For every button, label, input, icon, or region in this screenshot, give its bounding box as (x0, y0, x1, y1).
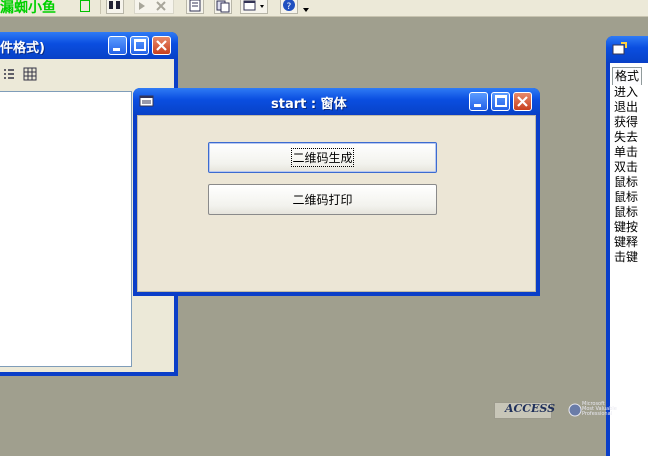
toolbar-green-icon (80, 0, 90, 12)
close-icon (156, 40, 167, 51)
property-sheet-client: 格式 进入 退出 获得 失去 单击 双击 鼠标 鼠标 鼠标 键按 键释 击键 (610, 63, 648, 456)
event-item[interactable]: 退出 (614, 100, 638, 115)
code-icon[interactable] (214, 0, 232, 14)
binoculars-icon[interactable] (106, 0, 124, 14)
form-icon (139, 95, 154, 107)
field-list-box[interactable] (0, 91, 132, 367)
event-item[interactable]: 单击 (614, 145, 638, 160)
start-form-titlebar[interactable]: start : 窗体 (133, 88, 540, 114)
event-item[interactable]: 鼠标 (614, 205, 638, 220)
app-title: 漏蜘小鱼 (0, 0, 56, 16)
overflow-icon[interactable] (300, 0, 312, 16)
event-item[interactable]: 进入 (614, 85, 638, 100)
start-form-client: 二维码生成 二维码打印 (137, 115, 536, 292)
event-item[interactable]: 键按 (614, 220, 638, 235)
start-form-window[interactable]: start : 窗体 二维码生成 二维码打印 (133, 88, 540, 296)
maximize-button[interactable] (130, 36, 149, 55)
tab-format[interactable]: 格式 (612, 67, 643, 85)
toolbar: 漏蜘小鱼 ? (0, 0, 648, 17)
close-icon (517, 96, 528, 107)
event-item[interactable]: 失去 (614, 130, 638, 145)
mvp-badge-icon (568, 403, 582, 417)
left-window-title: 件格式) (0, 41, 45, 56)
qrcode-print-button[interactable]: 二维码打印 (208, 184, 437, 215)
close-button[interactable] (513, 92, 532, 111)
minimize-button[interactable] (469, 92, 488, 111)
mvp-logo: Microsoft Most Valuable Professional (568, 402, 636, 419)
qrcode-print-label: 二维码打印 (292, 193, 353, 207)
event-list: 进入 退出 获得 失去 单击 双击 鼠标 鼠标 鼠标 键按 键释 击键 (614, 85, 638, 265)
event-item[interactable]: 键释 (614, 235, 638, 250)
svg-text:?: ? (287, 2, 292, 12)
minimize-icon (113, 48, 120, 51)
property-sheet-window[interactable]: 格式 进入 退出 获得 失去 单击 双击 鼠标 鼠标 鼠标 键按 键释 击键 (606, 36, 648, 456)
event-item[interactable]: 获得 (614, 115, 638, 130)
properties-icon[interactable] (186, 0, 204, 14)
event-item[interactable]: 鼠标 (614, 190, 638, 205)
run-icon[interactable] (134, 0, 174, 14)
qrcode-generate-label: 二维码生成 (291, 148, 354, 167)
left-window-titlebar[interactable]: 件格式) (0, 32, 178, 58)
minimize-button[interactable] (108, 36, 127, 55)
property-tabs: 格式 (612, 67, 648, 85)
event-item[interactable]: 双击 (614, 160, 638, 175)
window-icon[interactable] (240, 0, 268, 14)
access-logo: ACCESS (494, 402, 555, 419)
toolbar-separator (100, 0, 101, 14)
help-icon[interactable]: ? (280, 0, 298, 14)
event-item[interactable]: 击键 (614, 250, 638, 265)
property-sheet-icon (612, 42, 627, 55)
qrcode-generate-button[interactable]: 二维码生成 (208, 142, 437, 173)
minimize-icon (474, 104, 481, 107)
property-sheet-titlebar[interactable] (606, 36, 648, 62)
maximize-icon (134, 39, 146, 51)
start-form-title: start : 窗体 (271, 97, 347, 112)
close-button[interactable] (152, 36, 171, 55)
maximize-icon (495, 95, 507, 107)
maximize-button[interactable] (491, 92, 510, 111)
list-view-icon[interactable] (4, 67, 38, 81)
event-item[interactable]: 鼠标 (614, 175, 638, 190)
